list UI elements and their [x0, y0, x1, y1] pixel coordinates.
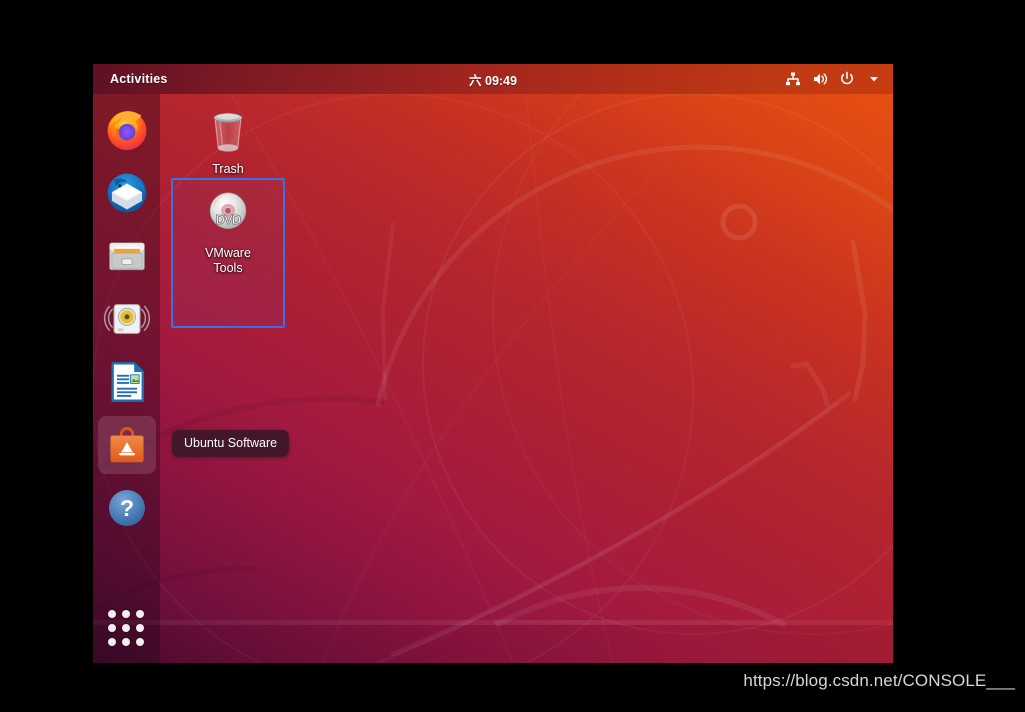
top-bar-left: Activities	[105, 64, 173, 94]
help-icon: ?	[108, 490, 145, 526]
chevron-down-icon[interactable]	[865, 70, 883, 88]
dock: ?	[93, 94, 160, 663]
dock-item-ubuntu-software[interactable]	[97, 416, 156, 474]
dock-item-thunderbird[interactable]	[98, 164, 156, 222]
thunderbird-icon	[107, 173, 146, 213]
clock-label[interactable]: 六 09:49	[461, 68, 525, 91]
activities-button[interactable]: Activities	[105, 69, 173, 89]
trash-icon	[213, 113, 243, 152]
dock-item-files[interactable]	[98, 227, 156, 285]
dock-tooltip: Ubuntu Software	[172, 430, 290, 457]
ubuntu-software-icon	[109, 427, 144, 463]
power-icon[interactable]	[838, 70, 856, 88]
network-icon[interactable]	[784, 70, 802, 88]
desktop-icon-trash[interactable]: Trash	[173, 96, 283, 177]
files-icon	[108, 242, 145, 271]
watermark: https://blog.csdn.net/CONSOLE___	[743, 671, 1015, 690]
svg-text:DVD: DVD	[215, 212, 240, 227]
desktop-icon-vmware-tools[interactable]: DVD VMware Tools	[171, 178, 285, 328]
dock-item-firefox[interactable]	[98, 101, 156, 159]
dvd-disc-icon: DVD	[209, 192, 247, 229]
screen-root: Activities 六 09:49 ? Ubuntu Software Tra…	[0, 0, 1025, 712]
dock-item-libreoffice-writer[interactable]	[98, 353, 156, 411]
svg-text:?: ?	[119, 495, 133, 521]
rhythmbox-icon	[103, 304, 150, 334]
desktop-icon-label: Trash	[212, 162, 244, 176]
dock-item-rhythmbox[interactable]	[98, 290, 156, 348]
show-applications-button[interactable]	[97, 599, 155, 657]
system-tray	[784, 64, 883, 94]
desktop-icon-label: VMware Tools	[205, 246, 251, 275]
grid-dots-icon	[108, 610, 144, 646]
libreoffice-writer-icon	[110, 362, 144, 402]
dock-item-help[interactable]: ?	[98, 479, 156, 537]
firefox-icon	[107, 111, 146, 151]
desktop-viewport: Activities 六 09:49 ? Ubuntu Software Tra…	[93, 64, 893, 663]
volume-icon[interactable]	[811, 70, 829, 88]
top-bar: Activities 六 09:49	[93, 64, 893, 94]
clock-area: 六 09:49	[93, 64, 893, 94]
